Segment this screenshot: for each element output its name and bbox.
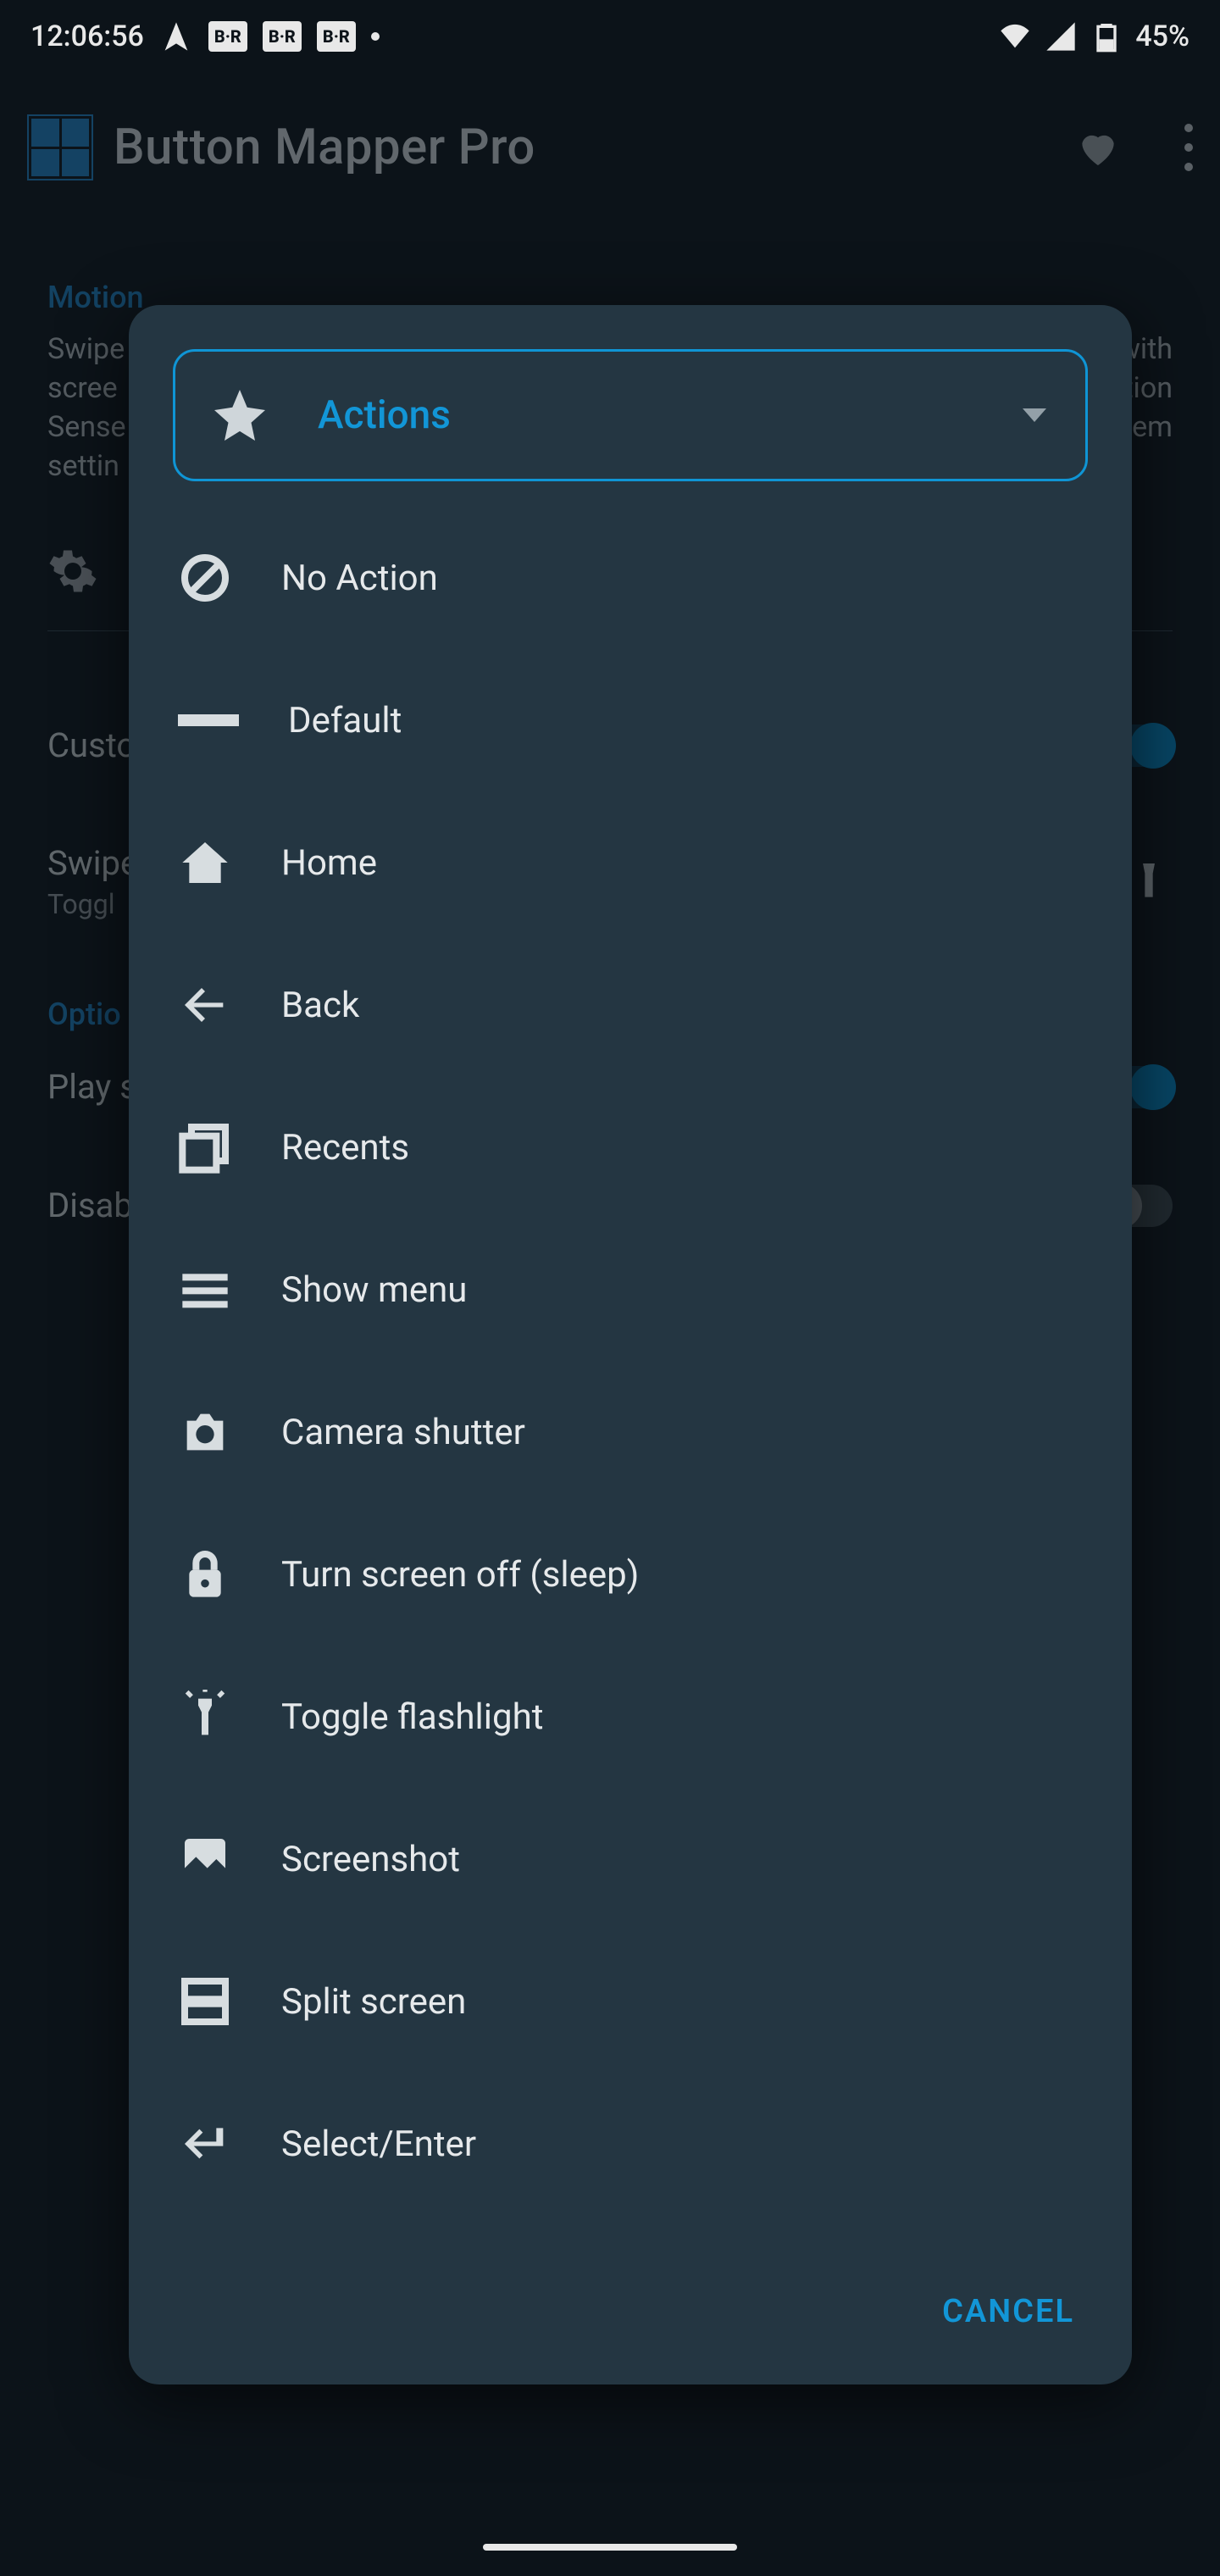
status-time: 12:06:56 — [30, 19, 144, 53]
nav-arrow-icon — [159, 19, 193, 53]
action-item-home[interactable]: Home — [173, 791, 1088, 934]
settings-row-label: Swipe — [47, 843, 138, 883]
battery-icon — [1090, 19, 1123, 53]
action-item-toggle-flashlight[interactable]: Toggle flashlight — [173, 1646, 1088, 1788]
more-options-icon[interactable] — [1184, 124, 1193, 171]
signal-icon — [1044, 19, 1078, 53]
chevron-down-icon — [1023, 408, 1046, 422]
actions-dropdown[interactable]: Actions — [173, 349, 1088, 481]
no-action-icon — [178, 551, 232, 605]
cancel-button[interactable]: CANCEL — [942, 2293, 1074, 2330]
action-item-label: Camera shutter — [281, 1412, 525, 1453]
menu-icon — [178, 1263, 232, 1317]
wifi-icon — [998, 19, 1032, 53]
settings-row-label: Play s — [47, 1067, 137, 1107]
action-item-label: Default — [288, 700, 402, 741]
battery-percent: 45% — [1135, 19, 1190, 53]
back-arrow-icon — [178, 978, 232, 1032]
action-item-label: Show menu — [281, 1269, 467, 1311]
app-icon — [27, 114, 93, 180]
camera-icon — [178, 1405, 232, 1459]
action-item-screenshot[interactable]: Screenshot — [173, 1788, 1088, 1930]
recents-icon — [178, 1120, 232, 1174]
action-item-label: No Action — [281, 558, 438, 599]
motion-blurb: Swipe scree Sense settin — [47, 330, 126, 486]
home-icon — [178, 836, 232, 890]
action-item-label: Split screen — [281, 1981, 466, 2023]
screenshot-icon — [178, 1832, 232, 1886]
action-item-back[interactable]: Back — [173, 934, 1088, 1076]
app-bar: Button Mapper Pro — [0, 93, 1220, 202]
action-item-label: Recents — [281, 1127, 409, 1169]
action-item-no-action[interactable]: No Action — [173, 507, 1088, 649]
notif-chip: B·R — [208, 21, 247, 52]
flashlight-icon — [178, 1690, 232, 1744]
status-bar: 12:06:56 B·R B·R B·R 45% — [0, 0, 1220, 73]
action-item-label: Turn screen off (sleep) — [281, 1554, 639, 1596]
action-item-split-screen[interactable]: Split screen — [173, 1930, 1088, 2073]
action-item-label: Toggle flashlight — [281, 1696, 543, 1738]
settings-row-label: Disab — [47, 1185, 133, 1225]
actions-list: No Action Default Home Back Recents — [129, 507, 1132, 2215]
action-item-show-menu[interactable]: Show menu — [173, 1219, 1088, 1361]
action-item-label: Home — [281, 842, 377, 884]
action-item-select-enter[interactable]: Select/Enter — [173, 2073, 1088, 2215]
notif-chip: B·R — [317, 21, 356, 52]
action-item-turn-screen-off[interactable]: Turn screen off (sleep) — [173, 1503, 1088, 1646]
flashlight-icon — [1125, 858, 1173, 905]
settings-row-label: Custo — [47, 725, 136, 765]
dropdown-label: Actions — [318, 392, 975, 438]
default-icon — [178, 714, 239, 726]
lock-icon — [178, 1547, 232, 1602]
settings-row-sublabel: Toggl — [47, 888, 138, 920]
star-icon — [209, 385, 270, 446]
action-item-camera-shutter[interactable]: Camera shutter — [173, 1361, 1088, 1503]
favorite-icon[interactable] — [1074, 124, 1122, 171]
notif-chip: B·R — [263, 21, 302, 52]
action-item-label: Screenshot — [281, 1839, 460, 1880]
actions-dialog: Actions No Action Default Home Back — [129, 305, 1132, 2384]
action-item-recents[interactable]: Recents — [173, 1076, 1088, 1219]
app-title: Button Mapper Pro — [114, 119, 1054, 176]
gear-icon[interactable] — [47, 546, 98, 597]
action-item-label: Back — [281, 985, 359, 1026]
notif-dot-icon — [371, 32, 380, 41]
enter-icon — [178, 2117, 232, 2171]
action-item-label: Select/Enter — [281, 2124, 476, 2165]
split-screen-icon — [178, 1974, 232, 2029]
action-item-default[interactable]: Default — [173, 649, 1088, 791]
navigation-pill[interactable] — [483, 2544, 737, 2551]
